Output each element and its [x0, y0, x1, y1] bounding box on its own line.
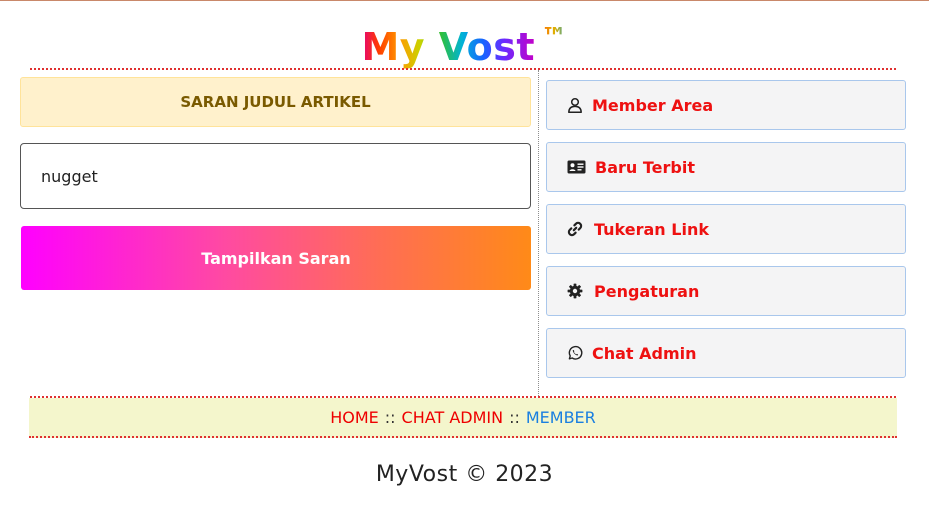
column-divider	[538, 70, 539, 396]
suggestion-notice: SARAN JUDUL ARTIKEL	[20, 77, 531, 127]
id-card-icon	[567, 159, 586, 175]
menu-item-label: Tukeran Link	[594, 219, 709, 239]
menu-item-chat-admin[interactable]: Chat Admin	[546, 328, 906, 378]
suggestion-notice-text: SARAN JUDUL ARTIKEL	[180, 93, 371, 111]
breadcrumb-home-link[interactable]: HOME	[330, 408, 379, 427]
trademark-symbol: ™	[541, 23, 568, 53]
site-title[interactable]: My Vost ™	[0, 14, 929, 71]
breadcrumb: HOME :: CHAT ADMIN :: MEMBER	[29, 398, 897, 438]
menu-item-label: Baru Terbit	[595, 157, 695, 177]
breadcrumb-member-current: MEMBER	[525, 407, 596, 427]
keyword-input[interactable]	[20, 143, 531, 209]
menu-item-baru-terbit[interactable]: Baru Terbit	[546, 142, 906, 192]
menu-panel: Member Area Baru Terbit Tukeran Link Pen…	[546, 80, 906, 390]
breadcrumb-separator: ::	[509, 407, 520, 427]
top-border	[0, 0, 929, 1]
show-suggestions-button[interactable]: Tampilkan Saran	[21, 226, 531, 290]
link-icon	[567, 221, 583, 237]
menu-item-label: Chat Admin	[592, 343, 697, 363]
menu-item-label: Member Area	[592, 95, 714, 115]
user-icon	[567, 97, 583, 113]
menu-item-member-area[interactable]: Member Area	[546, 80, 906, 130]
menu-item-pengaturan[interactable]: Pengaturan	[546, 266, 906, 316]
suggestion-panel: SARAN JUDUL ARTIKEL Tampilkan Saran	[20, 77, 531, 290]
menu-item-label: Pengaturan	[594, 281, 700, 301]
site-title-text: My Vost	[361, 25, 536, 69]
footer-copyright: MyVost © 2023	[375, 462, 554, 487]
gear-icon	[567, 283, 583, 299]
breadcrumb-chat-admin-link[interactable]: CHAT ADMIN	[402, 408, 504, 427]
breadcrumb-separator: ::	[384, 407, 396, 427]
header-divider	[30, 68, 896, 70]
menu-item-tukeran-link[interactable]: Tukeran Link	[546, 204, 906, 254]
whatsapp-icon	[567, 345, 583, 361]
